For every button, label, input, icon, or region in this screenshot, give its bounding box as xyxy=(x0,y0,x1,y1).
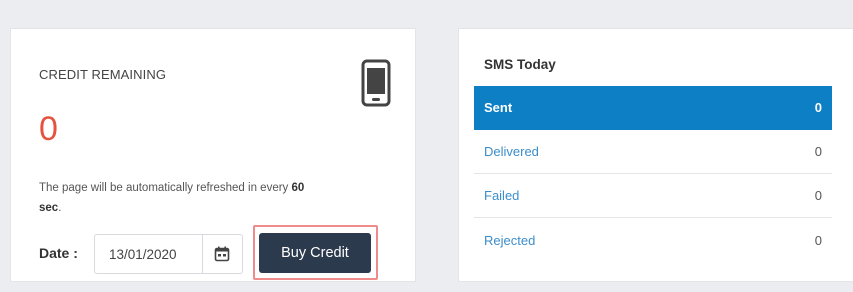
refresh-unit: sec xyxy=(39,202,59,214)
date-input[interactable]: 13/01/2020 xyxy=(95,247,202,262)
sms-row-sent[interactable]: Sent 0 xyxy=(474,86,832,130)
sms-today-title: SMS Today xyxy=(484,57,556,72)
sms-row-value: 0 xyxy=(814,232,822,248)
refresh-note-text: The page will be automatically refreshed… xyxy=(39,182,292,194)
sms-row-failed[interactable]: Failed 0 xyxy=(474,174,832,218)
credit-remaining-value: 0 xyxy=(39,110,58,148)
calendar-icon[interactable] xyxy=(203,235,242,273)
sms-row-value: 0 xyxy=(814,188,822,203)
buy-credit-button[interactable]: Buy Credit xyxy=(259,233,371,273)
sms-row-label[interactable]: Rejected xyxy=(484,233,535,248)
credit-title: CREDIT REMAINING xyxy=(39,67,167,82)
refresh-note: The page will be automatically refreshed… xyxy=(39,178,379,218)
sms-row-rejected[interactable]: Rejected 0 xyxy=(474,218,832,262)
refresh-note-end: . xyxy=(58,202,62,214)
sms-row-value: 0 xyxy=(814,100,822,115)
date-picker[interactable]: 13/01/2020 xyxy=(94,234,243,274)
sms-today-table: Sent 0 Delivered 0 Failed 0 Rejected 0 xyxy=(474,86,832,262)
sms-row-label[interactable]: Failed xyxy=(484,188,519,203)
date-label: Date : xyxy=(39,245,78,261)
sms-today-card: SMS Today Sent 0 Delivered 0 Failed 0 Re… xyxy=(458,28,853,282)
sms-row-label[interactable]: Delivered xyxy=(484,144,539,159)
sms-row-label: Sent xyxy=(484,100,513,115)
credit-remaining-card: CREDIT REMAINING 0 The page will be auto… xyxy=(10,28,416,282)
sms-row-value: 0 xyxy=(814,144,822,159)
mobile-phone-icon xyxy=(361,59,391,107)
sms-row-delivered[interactable]: Delivered 0 xyxy=(474,130,832,174)
refresh-seconds: 60 xyxy=(291,182,305,194)
